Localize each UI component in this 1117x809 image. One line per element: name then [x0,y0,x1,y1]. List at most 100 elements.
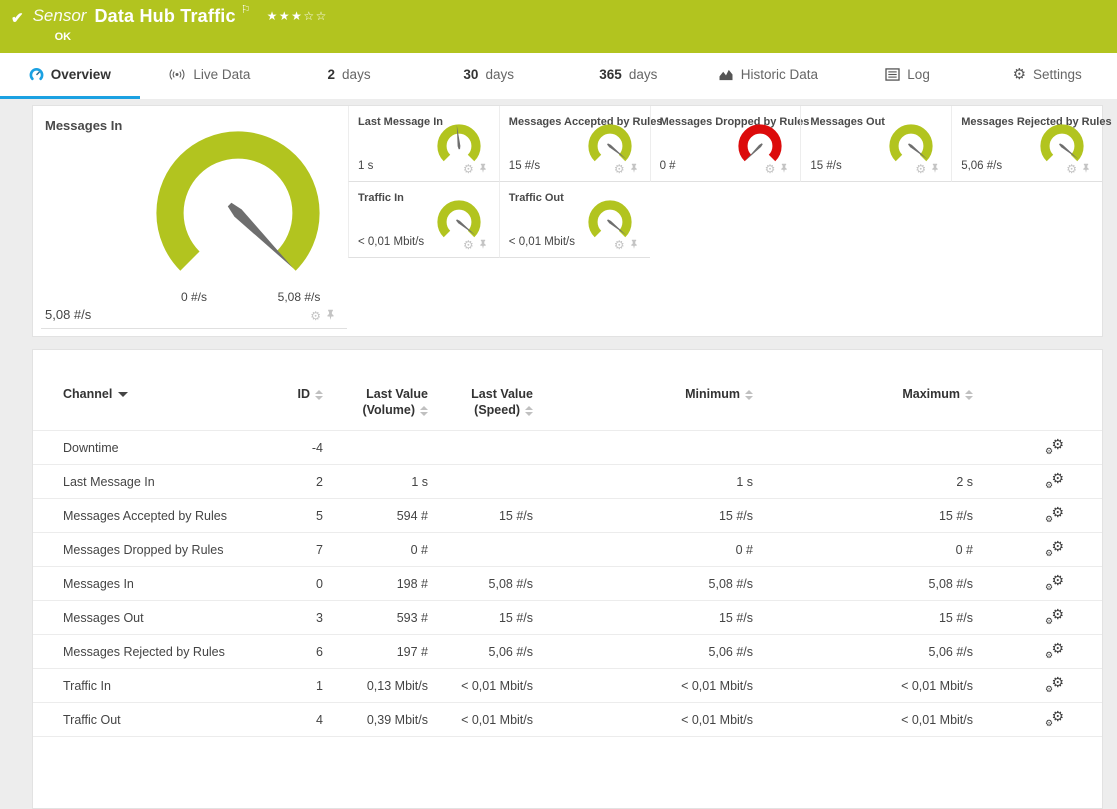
channel-table: Channel IDLast Value(Volume)Last Value(Sp… [33,386,1102,737]
channel-actions-cell: ⚙⚙ [973,431,1102,465]
tab-label: Overview [51,67,111,82]
tab-label: days [485,67,514,82]
pin-icon[interactable] [629,236,639,254]
channel-cell: Messages Rejected by Rules [33,635,263,669]
channel-actions-cell: ⚙⚙ [973,465,1102,499]
id-cell: 5 [263,499,323,533]
tab-30-days[interactable]: 30days [419,53,559,99]
gear-icon[interactable]: ⚙ [310,310,321,322]
tab-live-data[interactable]: Live Data [140,53,280,99]
minimum-cell: 0 # [533,533,753,567]
channel-settings-icon[interactable]: ⚙⚙ [1046,676,1064,692]
pin-icon[interactable] [779,160,789,178]
gauge-tile-actions: ⚙ [765,160,790,178]
id-cell: 3 [263,601,323,635]
channel-settings-icon[interactable]: ⚙⚙ [1046,472,1064,488]
last-value-volume-cell: 594 # [323,499,428,533]
column-header-maximum[interactable]: Maximum [753,386,973,431]
page-title: Data Hub Traffic [94,5,235,27]
flag-icon[interactable]: ⚐ [241,0,251,21]
channel-cell: Last Message In [33,465,263,499]
channel-settings-icon[interactable]: ⚙⚙ [1046,438,1064,454]
gear-icon[interactable]: ⚙ [915,163,926,175]
maximum-cell: 5,06 #/s [753,635,973,669]
gear-icon[interactable]: ⚙ [614,239,625,251]
last-value-volume-cell: 0,13 Mbit/s [323,669,428,703]
channel-settings-icon[interactable]: ⚙⚙ [1046,608,1064,624]
channel-cell: Messages Accepted by Rules [33,499,263,533]
pin-icon[interactable] [325,307,336,325]
channel-settings-icon[interactable]: ⚙⚙ [1046,642,1064,658]
last-value-volume-cell: 197 # [323,635,428,669]
pin-icon[interactable] [478,160,488,178]
channel-cell: Messages Dropped by Rules [33,533,263,567]
gauge-title: Last Message In [358,116,443,128]
channel-settings-icon[interactable]: ⚙⚙ [1046,574,1064,590]
column-label: Minimum [685,387,740,401]
pin-icon[interactable] [478,236,488,254]
channel-cell: Traffic In [33,669,263,703]
channel-settings-icon[interactable]: ⚙⚙ [1046,540,1064,556]
priority-stars[interactable]: ★★★☆☆ [267,5,328,27]
minimum-cell: < 0,01 Mbit/s [533,703,753,737]
last-value-speed-cell: < 0,01 Mbit/s [428,669,533,703]
gear-icon[interactable]: ⚙ [463,239,474,251]
minimum-cell: 15 #/s [533,601,753,635]
id-cell: 6 [263,635,323,669]
channel-settings-icon[interactable]: ⚙⚙ [1046,506,1064,522]
gauge-dial [153,128,323,298]
table-row: Traffic In10,13 Mbit/s< 0,01 Mbit/s< 0,0… [33,669,1102,703]
minimum-cell: 5,06 #/s [533,635,753,669]
gear-icon[interactable]: ⚙ [1066,163,1077,175]
gauge-tile-actions: ⚙ [463,160,488,178]
small-gauges-grid: Last Message In 1 s⚙ Messages Accepted b… [348,106,1102,258]
log-icon [885,68,900,81]
channel-cell: Traffic Out [33,703,263,737]
channel-settings-icon[interactable]: ⚙⚙ [1046,710,1064,726]
column-header-last-value-speed[interactable]: Last Value(Speed) [428,386,533,431]
table-row: Traffic Out40,39 Mbit/s< 0,01 Mbit/s< 0,… [33,703,1102,737]
column-header-id[interactable]: ID [263,386,323,431]
tab-overview[interactable]: Overview [0,53,140,99]
tab-settings[interactable]: ⚙ Settings [977,53,1117,99]
gear-icon[interactable]: ⚙ [765,163,776,175]
channel-cell: Messages Out [33,601,263,635]
column-header-minimum[interactable]: Minimum [533,386,753,431]
tab-2-days[interactable]: 2days [279,53,419,99]
tab-log[interactable]: Log [838,53,978,99]
id-cell: 1 [263,669,323,703]
column-header-actions [973,386,1102,431]
tab-historic-data[interactable]: Historic Data [698,53,838,99]
gauge-tile-primary: Messages In 0 #/s 5,08 #/s 5,08 #/s ⚙ [41,106,347,329]
gear-icon[interactable]: ⚙ [463,163,474,175]
maximum-cell: 15 #/s [753,499,973,533]
gauge-title: Messages Dropped by Rules [660,116,810,128]
column-label: (Volume) [362,403,415,417]
sort-icon [965,390,973,400]
maximum-cell: 2 s [753,465,973,499]
sort-icon [525,406,533,416]
minimum-cell [533,431,753,465]
table-row: Messages Rejected by Rules6197 # 5,06 #/s… [33,635,1102,669]
gauge-value: 5,08 #/s [45,307,91,322]
column-label: Channel [63,387,112,401]
gear-icon[interactable]: ⚙ [614,163,625,175]
last-value-speed-cell [428,431,533,465]
maximum-cell: 5,08 #/s [753,567,973,601]
tab-label: Live Data [193,67,250,82]
pin-icon[interactable] [629,160,639,178]
minimum-cell: 5,08 #/s [533,567,753,601]
gauge-tile: Traffic Out < 0,01 Mbit/s⚙ [499,182,650,258]
gauge-tile-actions: ⚙ [614,236,639,254]
last-value-volume-cell: 593 # [323,601,428,635]
tab-365-days[interactable]: 365days [559,53,699,99]
column-header-channel[interactable]: Channel [33,386,263,431]
pin-icon[interactable] [1081,160,1091,178]
gauge-tile: Messages Out 15 #/s⚙ [800,106,951,182]
tab-label: Settings [1033,67,1082,82]
pin-icon[interactable] [930,160,940,178]
gear-icon: ⚙ [1013,67,1026,82]
gauge-value: 1 s [358,160,373,172]
gauge-tile-actions: ⚙ [463,236,488,254]
column-header-last-value-volume[interactable]: Last Value(Volume) [323,386,428,431]
